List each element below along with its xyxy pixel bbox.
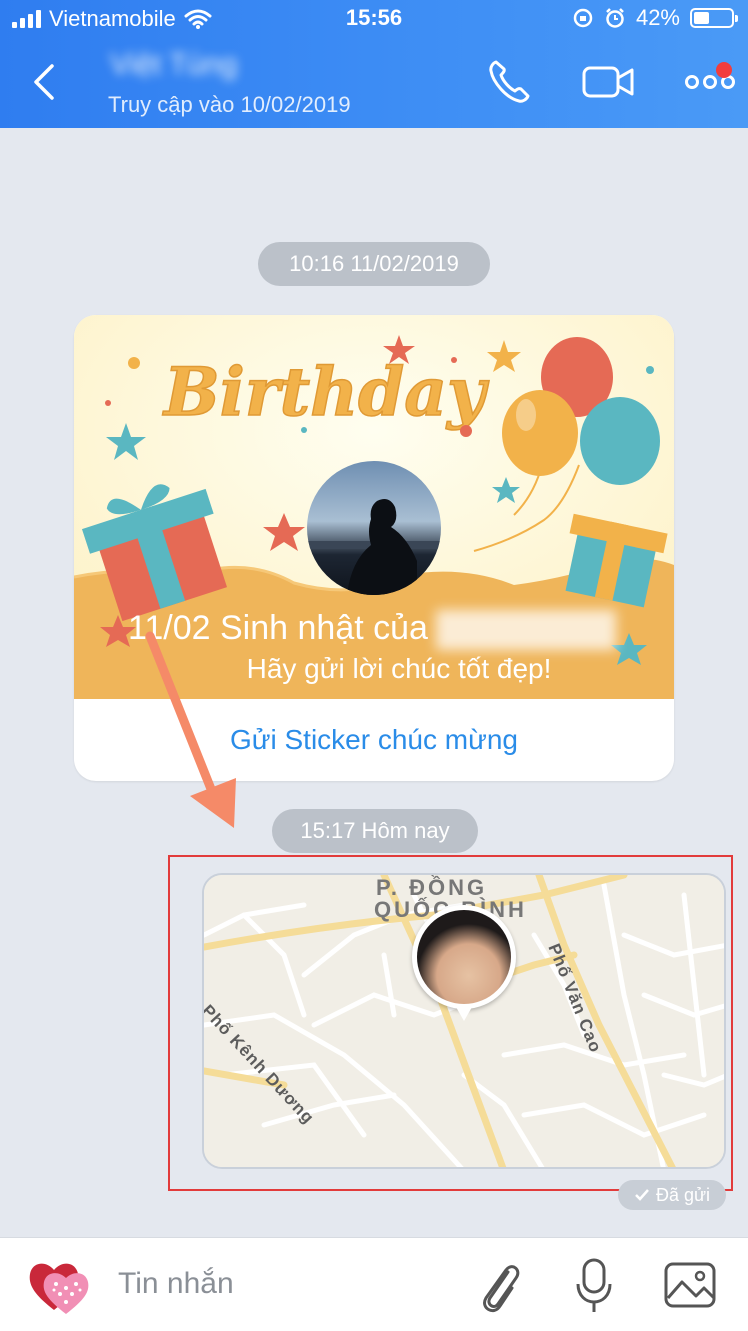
- more-options-button[interactable]: [684, 56, 736, 108]
- location-pin[interactable]: [412, 905, 516, 1021]
- rotation-lock-icon: [573, 8, 593, 28]
- timestamp-pill: 10:16 11/02/2019: [258, 242, 490, 286]
- timestamp-pill-today: 15:17 Hôm nay: [272, 809, 478, 853]
- birthday-subtitle: Hãy gửi lời chúc tốt đẹp!: [246, 653, 552, 684]
- birthday-card: Birthday 11/02 Sinh nhật của Hãy gửi lời…: [74, 315, 674, 781]
- battery-icon: [690, 8, 738, 28]
- microphone-icon[interactable]: [572, 1258, 616, 1314]
- alarm-icon: [606, 8, 624, 28]
- birthday-art-title: Birthday: [162, 353, 490, 431]
- send-sticker-button[interactable]: Gửi Sticker chúc mừng: [74, 699, 674, 781]
- back-icon[interactable]: [26, 60, 66, 104]
- birthday-avatar[interactable]: [307, 461, 441, 595]
- phone-call-icon[interactable]: [484, 56, 534, 108]
- battery-level: [694, 12, 709, 24]
- chat-header: Vietnamobile 15:56 42% Việt Tùng Truy cậ…: [0, 0, 748, 128]
- message-input-bar: [0, 1237, 748, 1331]
- sent-status-label: Đã gửi: [655, 1184, 711, 1205]
- avatar-silhouette: [307, 499, 441, 595]
- status-bar: Vietnamobile 15:56 42%: [0, 0, 748, 38]
- check-icon: [635, 1189, 649, 1201]
- user-avatar: [417, 910, 511, 1004]
- notification-dot: [716, 62, 732, 78]
- last-seen-label: Truy cập vào 10/02/2019: [108, 92, 351, 117]
- gallery-icon[interactable]: [662, 1258, 718, 1314]
- battery-percent: 42%: [635, 5, 680, 30]
- birthday-title: 11/02 Sinh nhật của: [128, 609, 616, 651]
- birthday-title-prefix: 11/02 Sinh nhật của: [128, 609, 428, 647]
- message-input[interactable]: [118, 1264, 448, 1304]
- video-call-icon[interactable]: [580, 56, 636, 108]
- paperclip-icon[interactable]: [474, 1258, 524, 1314]
- status-right: 42%: [572, 5, 738, 31]
- birthday-name-blurred: [435, 610, 616, 651]
- sticker-heart-icon[interactable]: [26, 1250, 96, 1316]
- contact-name[interactable]: Việt Tùng: [110, 48, 237, 82]
- location-map-card[interactable]: P. ĐỒNG QUỐC BÌNH Phố Kênh Dương Phố Văn…: [202, 873, 726, 1169]
- sent-status-badge: Đã gửi: [618, 1180, 726, 1210]
